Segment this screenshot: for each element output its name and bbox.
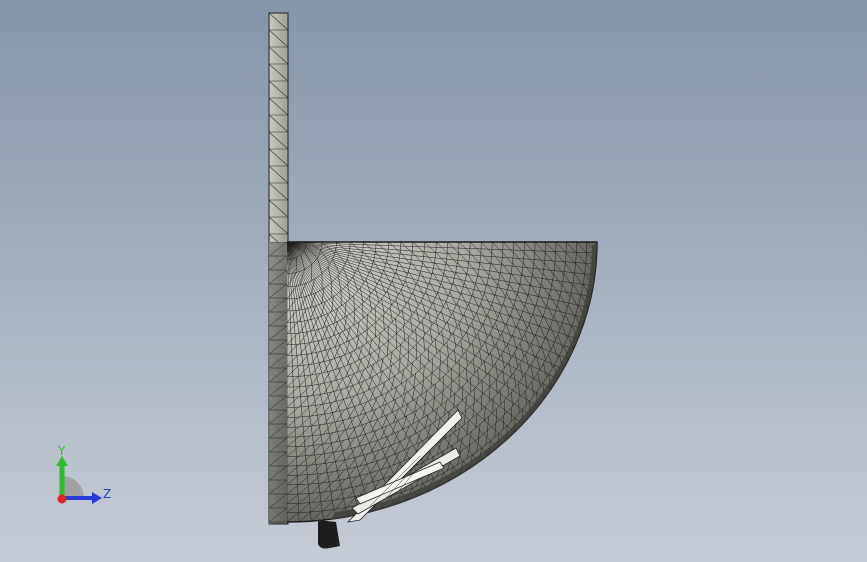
z-axis-label: Z [103, 487, 111, 501]
side-plate-face [269, 242, 287, 524]
model-view[interactable] [0, 0, 867, 562]
bottom-lip [318, 520, 340, 549]
y-axis-label: Y [57, 444, 66, 458]
coordinate-triad: Y Z [56, 444, 111, 504]
triad-plane [62, 476, 84, 498]
z-axis-arrowhead [92, 492, 102, 504]
quarter-dome-part[interactable] [286, 241, 598, 523]
side-plate-part[interactable] [269, 242, 287, 536]
graphics-viewport[interactable]: Y Z [0, 0, 867, 562]
x-axis-dot [57, 494, 67, 504]
